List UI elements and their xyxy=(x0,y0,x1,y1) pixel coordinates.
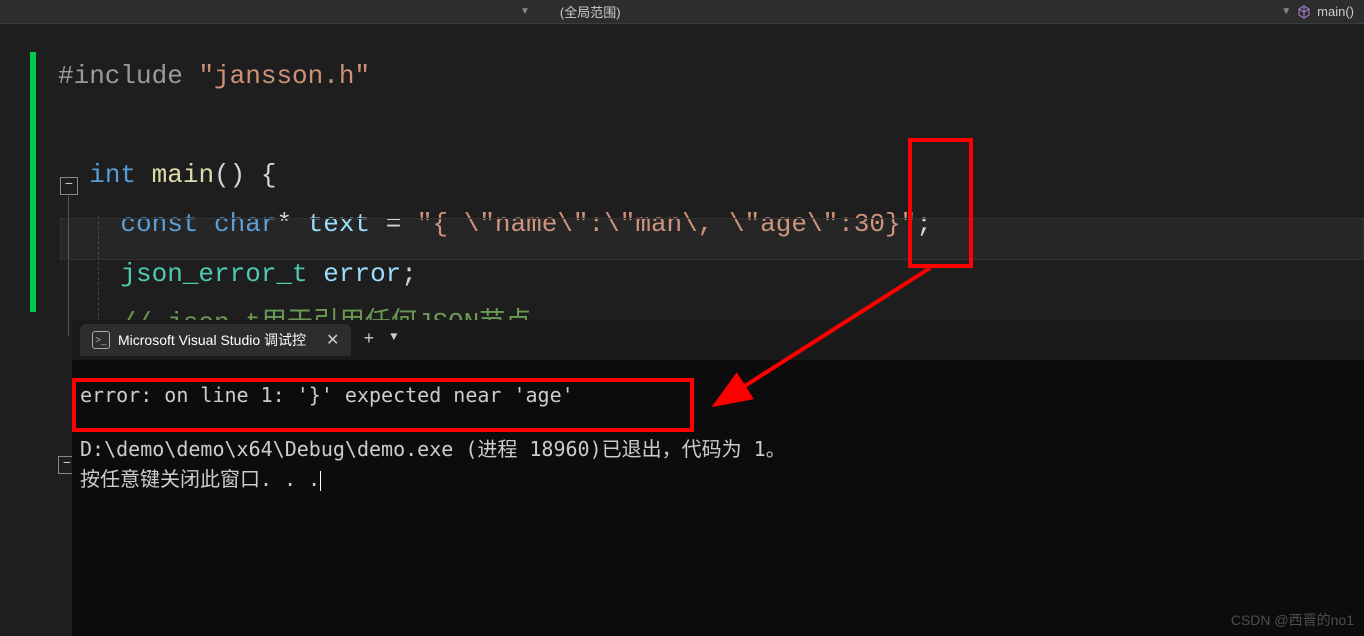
method-icon xyxy=(1297,5,1311,19)
code-line-include: #include "jansson.h" xyxy=(58,52,1364,101)
terminal-window: >_ Microsoft Visual Studio 调试控 ✕ + ▼ err… xyxy=(72,320,1364,636)
terminal-icon: >_ xyxy=(92,331,110,349)
new-tab-icon[interactable]: + xyxy=(363,330,374,350)
chevron-down-icon: ▼ xyxy=(520,6,530,17)
code-editor[interactable]: − #include "jansson.h" int main() { cons… xyxy=(0,24,1364,314)
chevron-down-icon: ▼ xyxy=(1281,6,1291,17)
close-icon[interactable]: ✕ xyxy=(326,330,339,350)
tab-controls: + ▼ xyxy=(363,330,397,350)
breadcrumb-bar: ▼ (全局范围) ▼ main() xyxy=(0,0,1364,24)
change-indicator xyxy=(30,52,36,312)
terminal-tab[interactable]: >_ Microsoft Visual Studio 调试控 ✕ xyxy=(80,324,351,356)
scope-dropdown-right[interactable]: ▼ main() xyxy=(1281,4,1354,19)
terminal-titlebar: >_ Microsoft Visual Studio 调试控 ✕ + ▼ xyxy=(72,320,1364,360)
cursor-icon xyxy=(320,471,321,491)
watermark: CSDN @西晋的no1 xyxy=(1231,610,1354,630)
terminal-error-line: error: on line 1: '}' expected near 'age… xyxy=(80,380,1356,410)
terminal-exit-line: D:\demo\demo\x64\Debug\demo.exe (进程 1896… xyxy=(80,434,1356,464)
terminal-output[interactable]: error: on line 1: '}' expected near 'age… xyxy=(72,360,1364,514)
scope-dropdown-left[interactable]: ▼ xyxy=(520,6,530,17)
fold-guide-line xyxy=(68,196,69,336)
current-line-highlight xyxy=(60,218,1364,260)
code-line-blank xyxy=(58,101,1364,150)
terminal-prompt-line: 按任意键关闭此窗口. . . xyxy=(80,464,1356,494)
terminal-blank xyxy=(80,410,1356,434)
editor-gutter xyxy=(0,24,30,314)
scope-label[interactable]: (全局范围) xyxy=(560,2,621,21)
code-line-main: int main() { xyxy=(58,151,1364,200)
terminal-tab-title: Microsoft Visual Studio 调试控 xyxy=(118,330,306,350)
fold-toggle-icon[interactable]: − xyxy=(60,177,78,195)
tab-chevron-icon[interactable]: ▼ xyxy=(390,330,397,350)
code-content: #include "jansson.h" int main() { const … xyxy=(0,24,1364,348)
scope-method-label: main() xyxy=(1317,4,1354,19)
